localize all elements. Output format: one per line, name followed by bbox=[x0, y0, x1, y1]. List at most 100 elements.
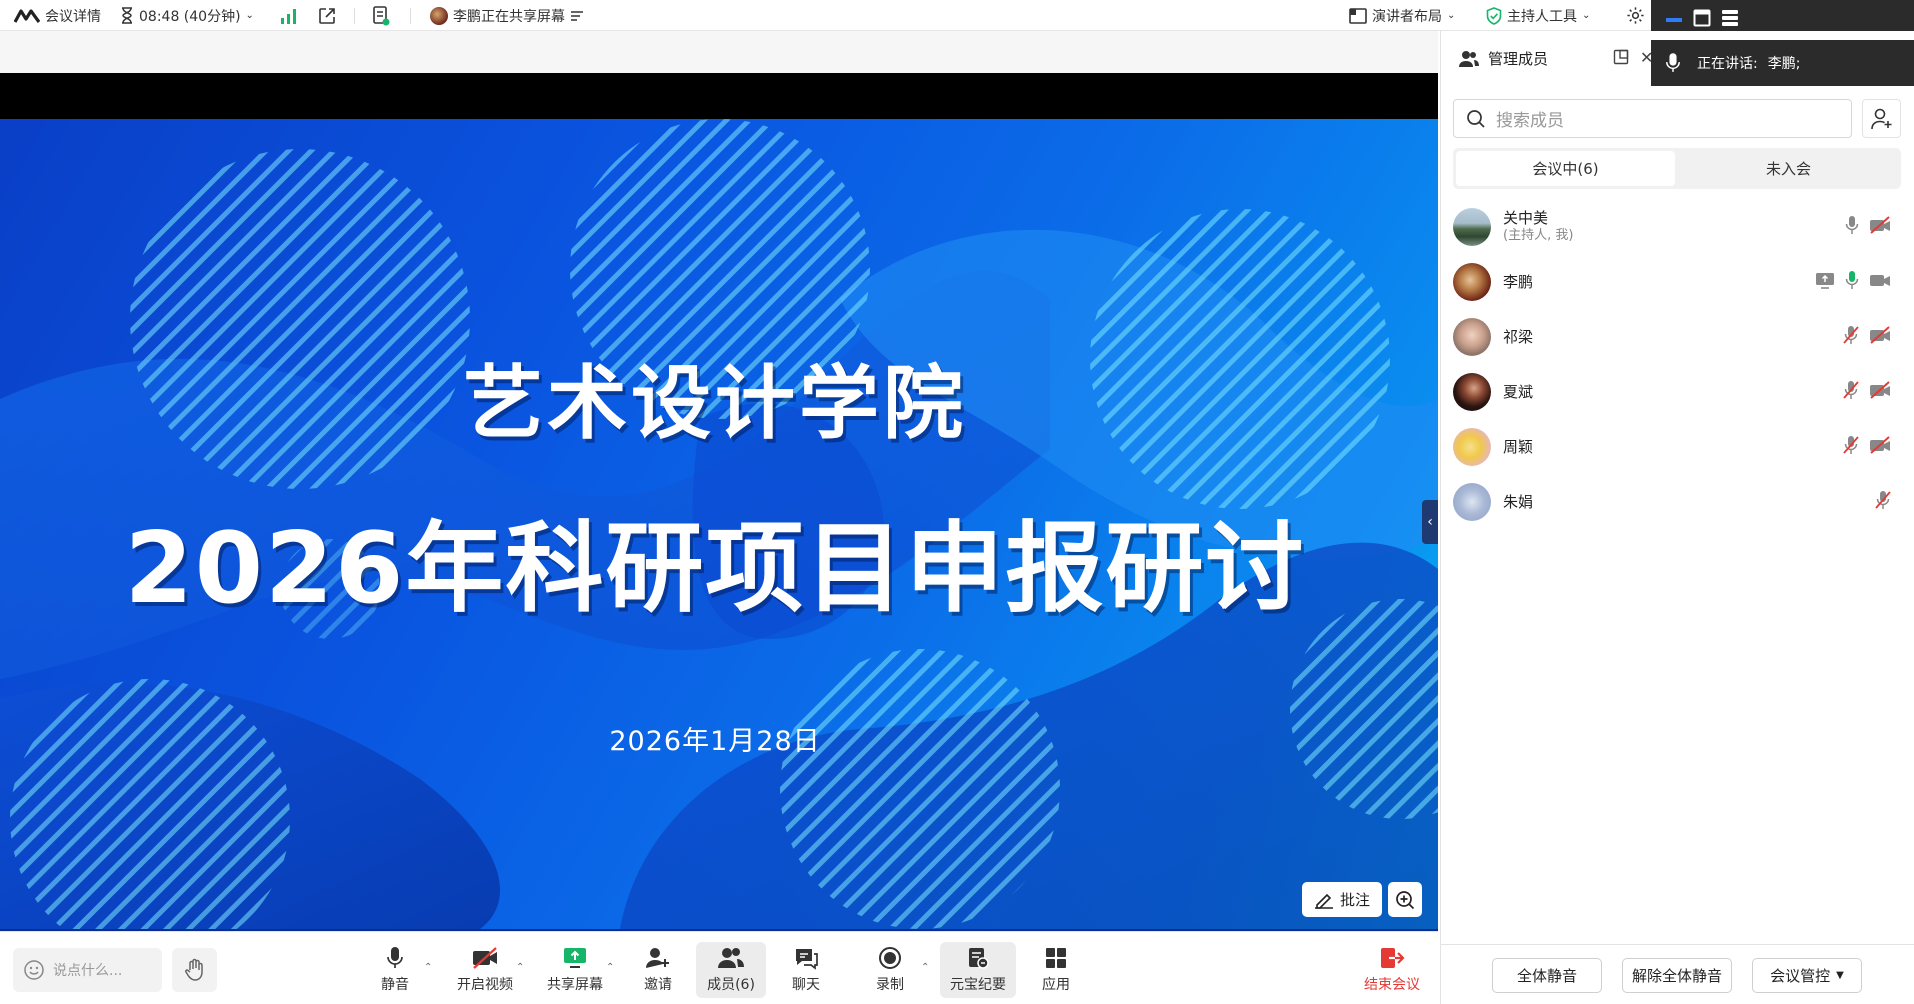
tencent-meeting-logo-icon bbox=[14, 8, 40, 23]
apps-grid-icon bbox=[1044, 946, 1068, 970]
member-search-placeholder: 搜索成员 bbox=[1496, 111, 1564, 131]
microphone-muted-icon[interactable] bbox=[1843, 380, 1859, 400]
meeting-control-button[interactable]: 会议管控 ▼ bbox=[1752, 958, 1862, 993]
sharing-status[interactable]: 李鹏正在共享屏幕 bbox=[430, 0, 584, 31]
video-icon[interactable] bbox=[1869, 271, 1891, 289]
speaking-name: 李鹏; bbox=[1767, 56, 1801, 72]
meeting-timer[interactable]: 08:48 (40分钟) ⌄ bbox=[120, 0, 254, 31]
add-member-button[interactable] bbox=[1862, 99, 1901, 138]
raise-hand-button[interactable] bbox=[172, 948, 217, 992]
network-signal-icon[interactable] bbox=[280, 0, 298, 31]
chat-button[interactable]: 聊天 bbox=[778, 942, 834, 998]
speaking-microphone-icon bbox=[1665, 52, 1681, 74]
meeting-details-label: 会议详情 bbox=[45, 8, 101, 25]
slide-date: 2026年1月28日 bbox=[609, 726, 821, 757]
member-row[interactable]: 周颖 bbox=[1453, 421, 1901, 473]
meeting-details-button[interactable]: 会议详情 bbox=[14, 0, 101, 31]
maximize-icon[interactable] bbox=[1693, 9, 1711, 27]
share-screen-icon bbox=[562, 946, 588, 970]
microphone-active-icon[interactable] bbox=[1845, 270, 1859, 290]
pop-out-icon[interactable] bbox=[1613, 49, 1629, 65]
chevron-down-icon: ⌄ bbox=[1582, 10, 1591, 21]
minimize-icon[interactable] bbox=[1665, 12, 1683, 28]
settings-gear-icon[interactable] bbox=[1626, 0, 1645, 31]
member-row[interactable]: 朱娟 bbox=[1453, 476, 1901, 528]
host-tools-button[interactable]: 主持人工具 ⌄ bbox=[1486, 0, 1590, 31]
member-name: 李鹏 bbox=[1503, 273, 1534, 291]
collapse-panel-button[interactable]: ‹ bbox=[1422, 500, 1438, 544]
shared-slide: 艺术设计学院 2026年科研项目申报研讨 2026年1月28日 bbox=[0, 119, 1438, 929]
mute-button[interactable]: 静音 bbox=[367, 942, 423, 998]
member-name: 夏斌 bbox=[1503, 383, 1534, 401]
share-screen-button[interactable]: 共享屏幕 bbox=[540, 942, 610, 998]
annotate-button[interactable]: 批注 bbox=[1302, 882, 1382, 917]
record-button[interactable]: 录制 bbox=[862, 942, 918, 998]
microphone-icon[interactable] bbox=[1845, 215, 1859, 235]
tab-not-joined[interactable]: 未入会 bbox=[1679, 151, 1898, 186]
presenter-layout-label: 演讲者布局 bbox=[1372, 8, 1442, 25]
video-off-icon[interactable] bbox=[1869, 216, 1891, 234]
microphone-icon bbox=[386, 946, 404, 970]
start-video-button[interactable]: 开启视频 bbox=[448, 942, 522, 998]
tab-in-meeting[interactable]: 会议中(6) bbox=[1456, 151, 1675, 186]
zoom-in-icon bbox=[1395, 890, 1415, 910]
layout-icon bbox=[1349, 7, 1367, 24]
member-name: 祁梁 bbox=[1503, 328, 1534, 346]
add-person-icon bbox=[645, 946, 671, 970]
mute-all-button[interactable]: 全体静音 bbox=[1492, 958, 1602, 993]
members-label: 成员(6) bbox=[707, 977, 755, 993]
hand-icon bbox=[184, 958, 206, 982]
menu-icon[interactable] bbox=[1721, 9, 1739, 27]
avatar bbox=[1453, 428, 1491, 466]
invite-button[interactable]: 邀请 bbox=[630, 942, 686, 998]
content-gap bbox=[0, 31, 1438, 73]
chat-label: 聊天 bbox=[792, 977, 820, 993]
pen-icon bbox=[1314, 891, 1334, 909]
ai-minutes-button[interactable]: 元宝纪要 bbox=[940, 942, 1016, 998]
quick-chat-placeholder: 说点什么... bbox=[53, 963, 123, 979]
video-options-caret-icon[interactable]: ⌃ bbox=[516, 962, 524, 973]
avatar bbox=[1453, 208, 1491, 246]
start-video-label: 开启视频 bbox=[457, 977, 513, 993]
share-screen-label: 共享屏幕 bbox=[547, 977, 603, 993]
search-icon bbox=[1466, 109, 1486, 129]
member-row[interactable]: 李鹏 bbox=[1453, 256, 1901, 308]
speaking-label: 正在讲话: bbox=[1697, 56, 1758, 72]
member-name: 朱娟 bbox=[1503, 493, 1534, 511]
shield-check-icon bbox=[1486, 6, 1502, 25]
record-options-caret-icon[interactable]: ⌃ bbox=[921, 962, 929, 973]
meeting-notes-icon[interactable] bbox=[372, 0, 390, 31]
microphone-muted-icon[interactable] bbox=[1843, 435, 1859, 455]
hourglass-icon bbox=[120, 7, 134, 24]
unmute-all-button[interactable]: 解除全体静音 bbox=[1622, 958, 1732, 993]
member-row[interactable]: 关中美 (主持人, 我) bbox=[1453, 201, 1901, 253]
microphone-muted-icon[interactable] bbox=[1843, 325, 1859, 345]
external-window-icon[interactable] bbox=[318, 0, 336, 31]
meeting-control-label: 会议管控 bbox=[1770, 967, 1831, 985]
video-off-icon[interactable] bbox=[1869, 326, 1891, 344]
member-row[interactable]: 祁梁 bbox=[1453, 311, 1901, 363]
mute-options-caret-icon[interactable]: ⌃ bbox=[424, 962, 432, 973]
add-person-icon bbox=[1870, 108, 1893, 130]
invite-label: 邀请 bbox=[644, 977, 672, 993]
microphone-muted-icon[interactable] bbox=[1875, 490, 1891, 510]
end-meeting-button[interactable]: 结束会议 bbox=[1352, 942, 1432, 998]
video-off-icon[interactable] bbox=[1869, 436, 1891, 454]
video-off-icon[interactable] bbox=[1869, 381, 1891, 399]
screen-share-icon bbox=[1815, 271, 1835, 289]
presenter-layout-button[interactable]: 演讲者布局 ⌄ bbox=[1349, 0, 1455, 31]
quick-chat-input[interactable]: 说点什么... bbox=[13, 948, 162, 992]
share-options-caret-icon[interactable]: ⌃ bbox=[606, 962, 614, 973]
caret-down-icon: ▼ bbox=[1836, 970, 1844, 981]
member-row[interactable]: 夏斌 bbox=[1453, 366, 1901, 418]
member-name: 关中美 bbox=[1503, 209, 1549, 227]
ai-minutes-label: 元宝纪要 bbox=[950, 977, 1006, 993]
avatar bbox=[1453, 263, 1491, 301]
member-search-input[interactable]: 搜索成员 bbox=[1453, 99, 1852, 138]
chevron-left-icon: ‹ bbox=[1427, 514, 1433, 530]
members-button[interactable]: 成员(6) bbox=[696, 942, 766, 998]
sharer-avatar bbox=[430, 6, 448, 25]
host-tools-label: 主持人工具 bbox=[1507, 8, 1577, 25]
zoom-in-button[interactable] bbox=[1388, 882, 1422, 917]
apps-button[interactable]: 应用 bbox=[1028, 942, 1084, 998]
